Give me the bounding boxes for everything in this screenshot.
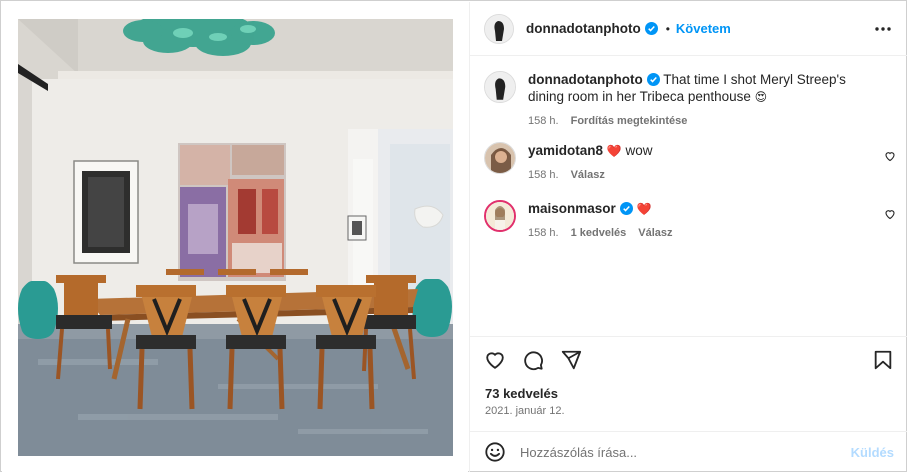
- comment-item: maisonmasor ❤️ 158 h. 1 kedvelés Válasz: [484, 200, 868, 239]
- heart-emoji: ❤️: [636, 202, 652, 216]
- comment-composer: Küldés: [470, 431, 907, 472]
- media-panel: [2, 2, 468, 472]
- caption: donnadotanphoto That time I shot Meryl S…: [484, 71, 868, 127]
- follow-button[interactable]: Követem: [676, 21, 731, 36]
- heart-emoji: ❤️: [606, 144, 622, 158]
- comment-icon[interactable]: [522, 349, 544, 371]
- post-date[interactable]: 2021. január 12.: [485, 405, 565, 417]
- comment-item: yamidotan8 ❤️ wow 158 h. Válasz: [484, 142, 868, 181]
- comment-like-icon[interactable]: [884, 150, 896, 162]
- post-dialog: donnadotanphoto • Követem donnadotanphot…: [0, 0, 907, 472]
- caption-username[interactable]: donnadotanphoto: [528, 72, 643, 87]
- comment-avatar[interactable]: [484, 142, 516, 174]
- caption-emoji: 😍: [754, 90, 768, 104]
- dining-room-image: [18, 19, 453, 456]
- post-sidebar: donnadotanphoto • Követem donnadotanphot…: [469, 2, 907, 472]
- comment-username[interactable]: yamidotan8: [528, 143, 603, 158]
- heart-icon[interactable]: [484, 349, 506, 371]
- author-avatar[interactable]: [484, 13, 514, 44]
- emoji-icon[interactable]: [484, 441, 506, 463]
- comment-time[interactable]: 158 h.: [528, 169, 559, 181]
- more-icon[interactable]: [874, 20, 892, 38]
- post-header: donnadotanphoto • Követem: [470, 2, 907, 56]
- reply-button[interactable]: Válasz: [638, 227, 672, 239]
- comment-input[interactable]: [520, 444, 840, 460]
- share-icon[interactable]: [560, 349, 582, 371]
- caption-avatar[interactable]: [484, 71, 516, 103]
- verified-icon: [644, 22, 658, 35]
- translate-link[interactable]: Fordítás megtekintése: [571, 115, 688, 127]
- likes-count[interactable]: 73 kedvelés: [485, 386, 558, 401]
- action-icons: [484, 349, 582, 371]
- send-button[interactable]: Küldés: [851, 445, 894, 460]
- caption-time[interactable]: 158 h.: [528, 115, 559, 127]
- comment-text: wow: [625, 143, 653, 158]
- author-username[interactable]: donnadotanphoto: [526, 21, 641, 36]
- post-photo[interactable]: [18, 19, 453, 456]
- comment-like-icon[interactable]: [884, 208, 896, 220]
- comment-likes[interactable]: 1 kedvelés: [571, 227, 627, 239]
- caption-meta: 158 h. Fordítás megtekintése: [528, 115, 868, 127]
- comment-avatar[interactable]: [484, 200, 516, 232]
- caption-text: donnadotanphoto That time I shot Meryl S…: [528, 71, 868, 106]
- verified-icon: [619, 202, 633, 215]
- verified-icon: [646, 73, 660, 86]
- reply-button[interactable]: Válasz: [571, 169, 605, 181]
- comment-username[interactable]: maisonmasor: [528, 201, 616, 216]
- header-separator: •: [665, 21, 670, 36]
- bookmark-icon[interactable]: [872, 349, 894, 371]
- comment-time[interactable]: 158 h.: [528, 227, 559, 239]
- comments-list: donnadotanphoto That time I shot Meryl S…: [470, 57, 907, 336]
